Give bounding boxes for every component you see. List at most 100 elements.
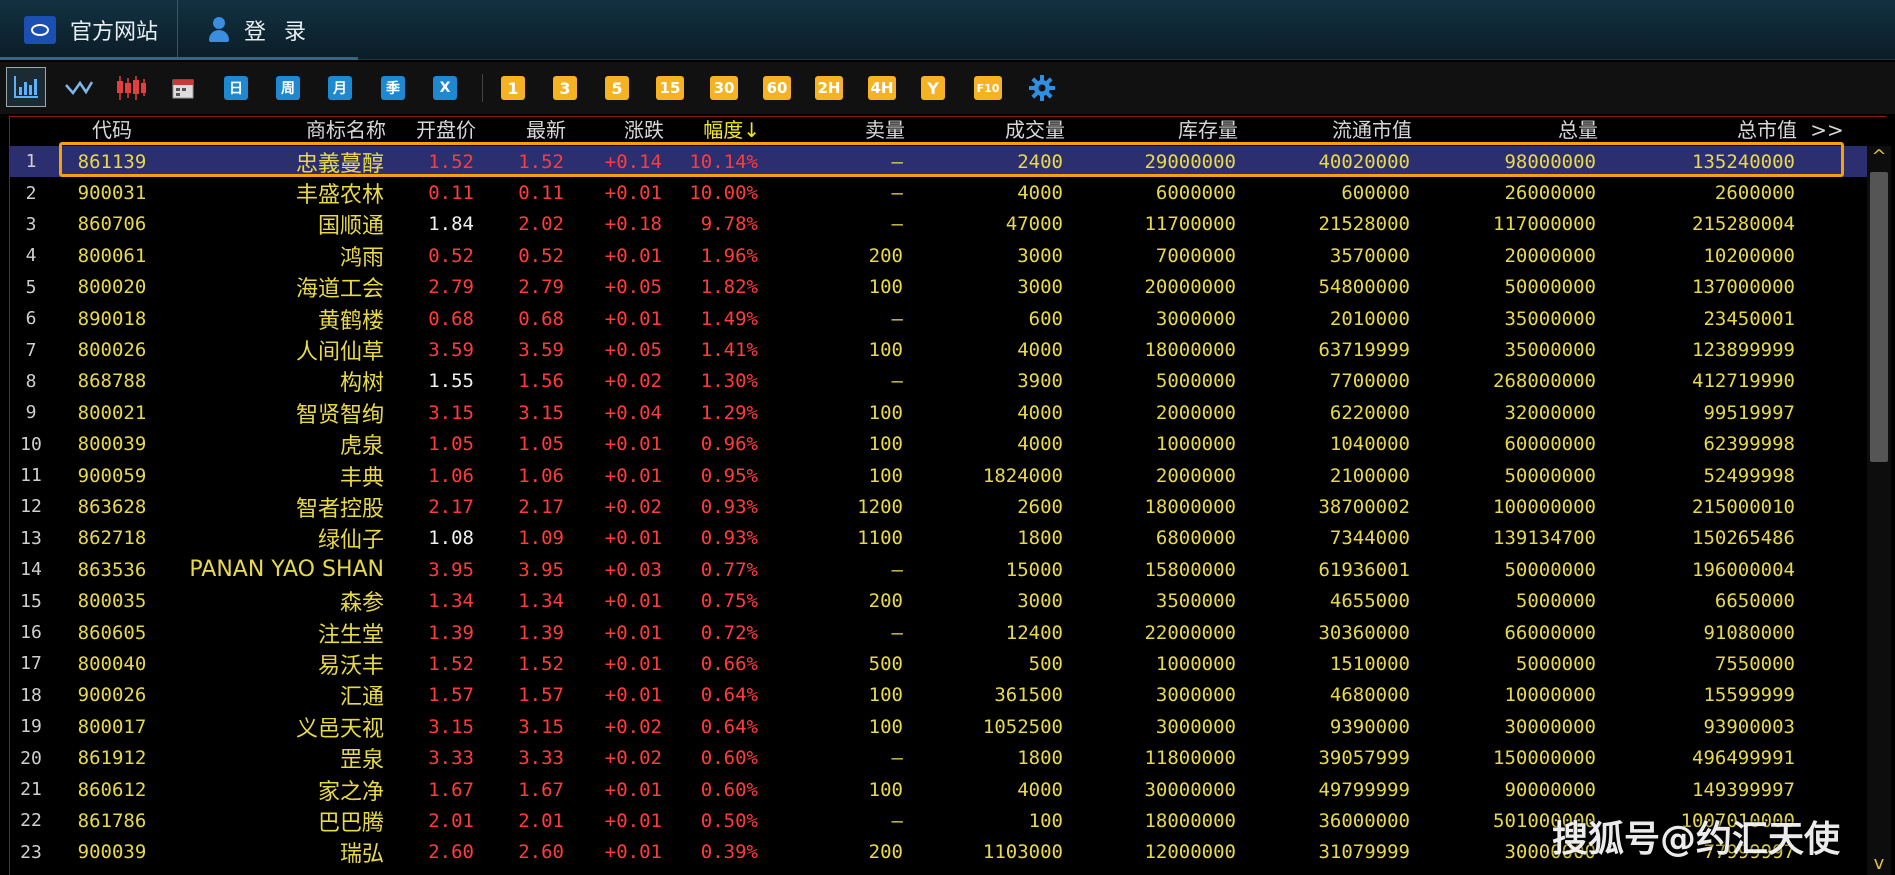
header-open[interactable]: 开盘价 (386, 117, 476, 145)
table-row[interactable]: 17 800040 易沃丰 1.52 1.52 +0.01 0.66% 500 500 10000… (10, 648, 1868, 679)
table-row[interactable]: 5 800020 海道工会 2.79 2.79 +0.05 1.82% 100 3000 2000… (10, 272, 1868, 303)
cell-market-cap: 412719990 (1692, 370, 1795, 393)
header-sell[interactable]: 卖量 (760, 117, 905, 145)
table-row[interactable]: 3 860706 国顺通 1.84 2.02 +0.18 9.78% — 47000 117000… (10, 209, 1868, 240)
cell-code: 800039 (77, 433, 147, 456)
cell-change: +0.01 (604, 621, 662, 644)
cell-open: 2.60 (428, 841, 474, 864)
header-total[interactable]: 总量 (1412, 117, 1598, 145)
header-volume[interactable]: 成交量 (905, 117, 1065, 145)
table-row[interactable]: 8 868788 构树 1.55 1.56 +0.02 1.30% — 3900 5000000 7… (10, 366, 1868, 397)
table-row[interactable]: 14 863536 PANAN YAO SHAN 3.95 3.95 +0.03 0.77%… (10, 554, 1868, 585)
table-row[interactable]: 4 800061 鸿雨 0.52 0.52 +0.01 1.96% 200 3000 700000… (10, 240, 1868, 271)
cell-change: +0.05 (604, 276, 662, 299)
table-row[interactable]: 11 900059 丰典 1.06 1.06 +0.01 0.95% 100 1824000 20… (10, 460, 1868, 491)
header-float-value[interactable]: 流通市值 (1238, 117, 1412, 145)
table-row[interactable]: 9 800021 智贤智绚 3.15 3.15 +0.04 1.29% 100 4000 2000… (10, 397, 1868, 428)
table-row[interactable]: 15 800035 森参 1.34 1.34 +0.01 0.75% 200 3000 35000… (10, 585, 1868, 616)
header-name[interactable]: 商标名称 (172, 117, 386, 145)
minute-60-button[interactable]: 60 (763, 74, 791, 102)
scroll-up-icon[interactable]: ^ (1867, 146, 1891, 168)
minute-3-label: 3 (553, 76, 577, 100)
period-season-button[interactable]: 季 (381, 74, 405, 102)
minute-15-button[interactable]: 15 (656, 74, 684, 102)
more-columns-button[interactable]: >> (1797, 117, 1857, 145)
official-site-tab[interactable]: 官方网站 (0, 0, 178, 60)
cell-stock: 3000000 (1155, 684, 1236, 707)
table-row[interactable]: 21 860612 家之净 1.67 1.67 +0.01 0.60% 100 4000 3000… (10, 774, 1868, 805)
cell-code: 863628 (77, 495, 147, 518)
cell-market-cap: 15599999 (1703, 684, 1795, 707)
header-last[interactable]: 最新 (476, 117, 566, 145)
header-code[interactable]: 代码 (52, 117, 172, 145)
cell-pct: 0.75% (700, 590, 758, 613)
cell-name: 罡泉 (339, 748, 384, 774)
cell-market-cap: 150265486 (1692, 527, 1795, 550)
cell-pct: 0.39% (700, 841, 758, 864)
cell-pct: 0.60% (700, 778, 758, 801)
table-row[interactable]: 6 890018 黄鹤楼 0.68 0.68 +0.01 1.49% — 600 3000000 2… (10, 303, 1868, 334)
bar-chart-icon[interactable] (6, 67, 46, 107)
cell-pct: 10.14% (689, 150, 758, 173)
login-tab[interactable]: 登录 (180, 0, 358, 60)
table-row[interactable]: 16 860605 注生堂 1.39 1.39 +0.01 0.72% — 12400 22000… (10, 617, 1868, 648)
vertical-scrollbar[interactable]: ^ v (1867, 146, 1891, 875)
table-row[interactable]: 2 900031 丰盛农林 0.11 0.11 +0.01 10.00% — 4000 60000… (10, 177, 1868, 208)
cell-pct: 0.72% (700, 621, 758, 644)
scroll-down-icon[interactable]: v (1867, 853, 1891, 875)
table-row[interactable]: 18 900026 汇通 1.57 1.57 +0.01 0.64% 100 361500 300… (10, 680, 1868, 711)
year-button[interactable]: Y (921, 74, 945, 102)
period-x-button[interactable]: X (433, 74, 457, 102)
period-month-button[interactable]: 月 (328, 74, 352, 102)
cell-last: 1.05 (518, 433, 564, 456)
f10-button[interactable]: F10 (974, 74, 1002, 102)
minute-30-button[interactable]: 30 (710, 74, 738, 102)
calendar-icon[interactable] (170, 74, 196, 102)
table-row[interactable]: 20 861912 罡泉 3.33 3.33 +0.02 0.60% — 1800 1180000… (10, 742, 1868, 773)
cell-pct: 0.64% (700, 684, 758, 707)
header-change[interactable]: 涨跌 (566, 117, 664, 145)
cell-open: 3.33 (428, 747, 474, 770)
header-pct-sorted[interactable]: 幅度↓ (664, 117, 760, 145)
hour-2-button[interactable]: 2H (815, 74, 843, 102)
minute-5-button[interactable]: 5 (605, 74, 629, 102)
cell-volume: 4000 (1017, 433, 1063, 456)
cell-float-value: 7344000 (1329, 527, 1410, 550)
header-stock[interactable]: 库存量 (1065, 117, 1238, 145)
cell-stock: 18000000 (1144, 495, 1236, 518)
cell-name: 绿仙子 (317, 528, 384, 554)
cell-float-value: 21528000 (1318, 213, 1410, 236)
header-market-cap[interactable]: 总市值 (1598, 117, 1797, 145)
cell-name: 鸿雨 (339, 245, 384, 271)
table-row[interactable]: 1 861139 忠義蔓醇 1.52 1.52 +0.14 10.14% — 2400 29000… (10, 146, 1868, 178)
line-chart-icon[interactable] (64, 74, 94, 102)
cell-sell: — (891, 370, 903, 393)
cell-market-cap: 6650000 (1714, 590, 1795, 613)
cell-name: 海道工会 (295, 277, 384, 303)
cell-float-value: 31079999 (1318, 841, 1410, 864)
candlestick-icon[interactable] (115, 74, 147, 102)
table-row[interactable]: 12 863628 智者控股 2.17 2.17 +0.02 0.93% 1200 2600 18… (10, 491, 1868, 522)
period-day-button[interactable]: 日 (224, 74, 248, 102)
cell-last: 2.60 (518, 841, 564, 864)
scroll-thumb[interactable] (1870, 172, 1888, 462)
table-row[interactable]: 7 800026 人间仙草 3.59 3.59 +0.05 1.41% 100 4000 1800… (10, 334, 1868, 365)
minute-1-button[interactable]: 1 (501, 74, 525, 102)
cell-sell: — (891, 307, 903, 330)
cell-pct: 10.00% (689, 182, 758, 205)
table-row[interactable]: 13 862718 绿仙子 1.08 1.09 +0.01 0.93% 1100 1800 680… (10, 523, 1868, 554)
row-index: 1 (25, 151, 37, 173)
table-row[interactable]: 19 800017 义邑天视 3.15 3.15 +0.02 0.64% 100 1052500… (10, 711, 1868, 742)
cell-float-value: 40020000 (1318, 150, 1410, 173)
cell-code: 860706 (77, 213, 147, 236)
minute-3-button[interactable]: 3 (553, 74, 577, 102)
table-row[interactable]: 10 800039 虎泉 1.05 1.05 +0.01 0.96% 100 4000 10000… (10, 429, 1868, 460)
hour-4-button[interactable]: 4H (868, 74, 896, 102)
cell-change: +0.01 (604, 433, 662, 456)
cell-sell: 1200 (857, 495, 903, 518)
cell-last: 3.95 (518, 558, 564, 581)
settings-gear-icon[interactable] (1028, 74, 1056, 102)
cell-stock: 3000000 (1155, 307, 1236, 330)
cell-total: 100000000 (1493, 495, 1596, 518)
period-week-button[interactable]: 周 (276, 74, 300, 102)
